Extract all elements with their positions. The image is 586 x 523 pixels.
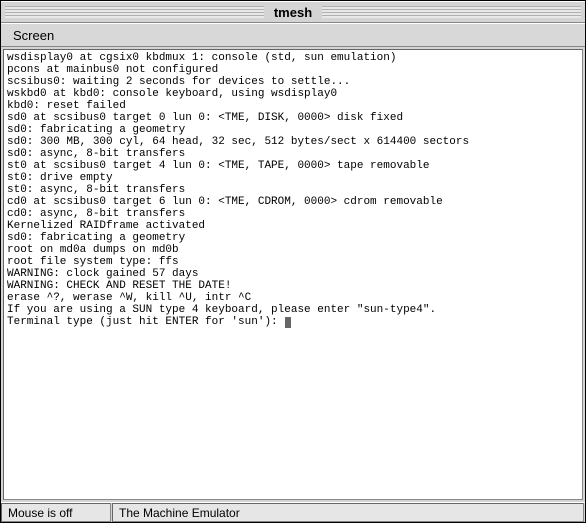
terminal-line: WARNING: CHECK AND RESET THE DATE! <box>7 280 579 292</box>
terminal-container: wsdisplay0 at cgsix0 kbdmux 1: console (… <box>1 47 585 502</box>
statusbar: Mouse is off The Machine Emulator <box>1 502 585 522</box>
terminal-line: st0: async, 8-bit transfers <box>7 184 579 196</box>
terminal-line: sd0 at scsibus0 target 0 lun 0: <TME, DI… <box>7 112 579 124</box>
menu-screen[interactable]: Screen <box>5 26 62 45</box>
terminal-line: Terminal type (just hit ENTER for 'sun')… <box>7 316 579 328</box>
terminal-line: cd0: async, 8-bit transfers <box>7 208 579 220</box>
window-title: tmesh <box>264 5 322 20</box>
terminal-line: sd0: 300 MB, 300 cyl, 64 head, 32 sec, 5… <box>7 136 579 148</box>
terminal-line: st0 at scsibus0 target 4 lun 0: <TME, TA… <box>7 160 579 172</box>
terminal-line: cd0 at scsibus0 target 6 lun 0: <TME, CD… <box>7 196 579 208</box>
terminal-line: wskbd0 at kbd0: console keyboard, using … <box>7 88 579 100</box>
terminal-line: st0: drive empty <box>7 172 579 184</box>
terminal-line: Kernelized RAIDframe activated <box>7 220 579 232</box>
terminal-line: pcons at mainbus0 not configured <box>7 64 579 76</box>
terminal[interactable]: wsdisplay0 at cgsix0 kbdmux 1: console (… <box>3 49 583 500</box>
terminal-line: scsibus0: waiting 2 seconds for devices … <box>7 76 579 88</box>
terminal-line: kbd0: reset failed <box>7 100 579 112</box>
terminal-line: sd0: fabricating a geometry <box>7 124 579 136</box>
status-mouse: Mouse is off <box>1 503 111 522</box>
terminal-cursor <box>285 317 291 328</box>
window: tmesh Screen wsdisplay0 at cgsix0 kbdmux… <box>0 0 586 523</box>
terminal-line: root file system type: ffs <box>7 256 579 268</box>
terminal-line: wsdisplay0 at cgsix0 kbdmux 1: console (… <box>7 52 579 64</box>
terminal-line: sd0: async, 8-bit transfers <box>7 148 579 160</box>
terminal-line: sd0: fabricating a geometry <box>7 232 579 244</box>
terminal-line: If you are using a SUN type 4 keyboard, … <box>7 304 579 316</box>
status-label: The Machine Emulator <box>112 503 584 522</box>
titlebar[interactable]: tmesh <box>1 1 585 23</box>
menubar: Screen <box>1 23 585 47</box>
terminal-line: erase ^?, werase ^W, kill ^U, intr ^C <box>7 292 579 304</box>
terminal-line: WARNING: clock gained 57 days <box>7 268 579 280</box>
terminal-line: root on md0a dumps on md0b <box>7 244 579 256</box>
